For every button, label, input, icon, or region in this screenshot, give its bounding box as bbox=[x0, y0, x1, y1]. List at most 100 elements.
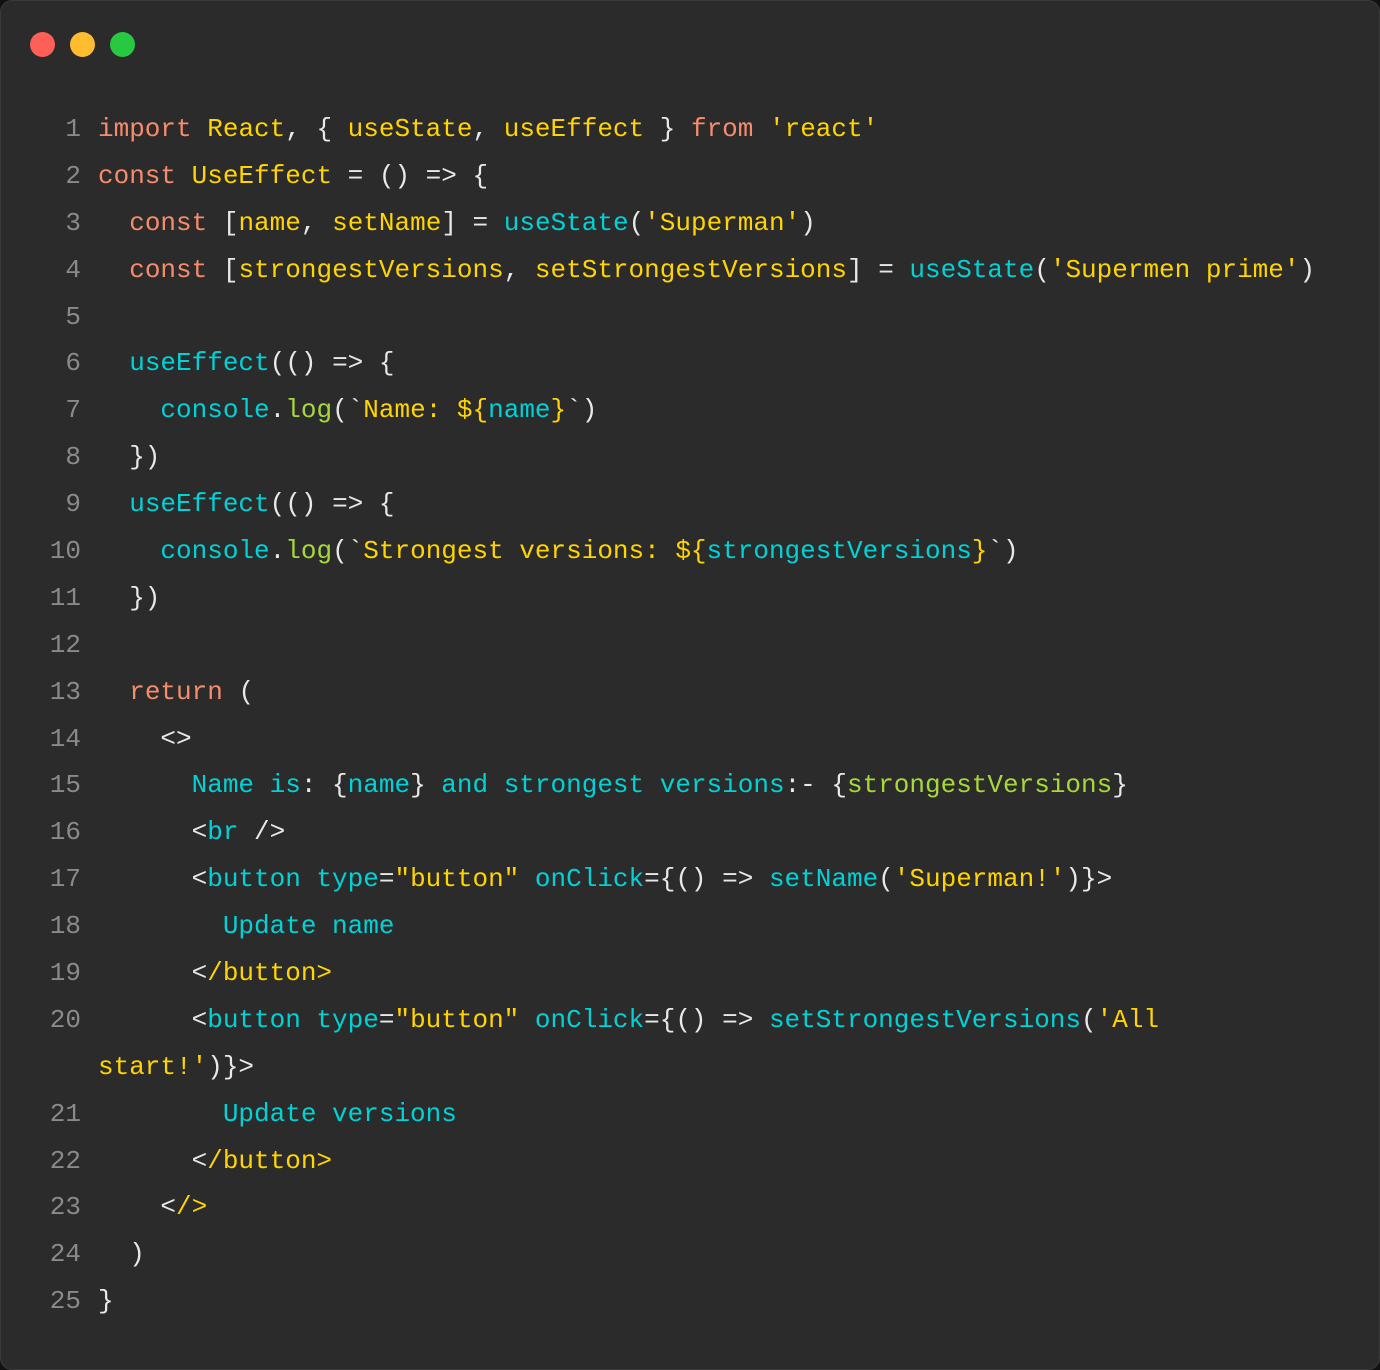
code-token: 'react' bbox=[769, 114, 879, 144]
code-token: ={() => bbox=[644, 1004, 769, 1035]
code-token: strongestVersions bbox=[706, 536, 972, 567]
line-code: </> bbox=[98, 1184, 207, 1231]
code-token: < bbox=[98, 1192, 177, 1223]
code-token: start!' bbox=[98, 1051, 208, 1082]
code-token: UseEffect bbox=[191, 160, 333, 191]
code-token: const bbox=[129, 254, 208, 285]
line-number: 4 bbox=[65, 254, 81, 285]
code-line: 14 <> bbox=[1, 716, 1315, 763]
code-token: = () => { bbox=[332, 160, 489, 191]
code-token: ={() => bbox=[644, 864, 769, 895]
code-token: < bbox=[98, 817, 208, 848]
maximize-button[interactable] bbox=[110, 32, 135, 57]
code-line: 6 useEffect(() => { bbox=[1, 340, 1315, 387]
code-token: onClick bbox=[534, 864, 645, 895]
close-button[interactable] bbox=[30, 32, 55, 57]
code-token: < bbox=[98, 958, 208, 989]
line-code: <button type="button" onClick={() => set… bbox=[98, 856, 1113, 903]
code-token: useEffect bbox=[129, 489, 270, 520]
line-number: 19 bbox=[49, 958, 81, 989]
line-number: 11 bbox=[49, 582, 81, 613]
code-token: ( bbox=[628, 207, 645, 238]
code-token: = bbox=[378, 1004, 395, 1035]
line-code: Update versions bbox=[98, 1091, 457, 1138]
code-token: useEffect bbox=[129, 348, 270, 379]
code-token: /button> bbox=[207, 958, 333, 989]
code-token: `) bbox=[987, 536, 1019, 567]
code-line: 9 useEffect(() => { bbox=[1, 481, 1315, 528]
line-code: const UseEffect = () => { bbox=[98, 153, 488, 200]
code-token: Update name bbox=[98, 911, 395, 942]
code-token: (` bbox=[332, 395, 364, 426]
code-window: 1 import React, { useState, useEffect } f… bbox=[0, 0, 1380, 1370]
code-token: useState bbox=[909, 254, 1035, 285]
code-token: useState bbox=[347, 114, 473, 144]
code-token: [ bbox=[207, 207, 239, 238]
code-token: "button" bbox=[394, 864, 520, 895]
code-token: )}> bbox=[1065, 864, 1113, 895]
code-token: br bbox=[207, 817, 239, 848]
line-number: 22 bbox=[49, 1145, 81, 1176]
code-line: 24 ) bbox=[1, 1231, 1315, 1278]
line-number: 6 bbox=[65, 348, 81, 379]
code-token: button type bbox=[207, 864, 379, 895]
code-line: 7 console.log(`Name: ${name}`) bbox=[1, 387, 1315, 434]
code-token: < bbox=[98, 864, 208, 895]
code-token: (() => { bbox=[269, 489, 395, 520]
code-editor: 1 import React, { useState, useEffect } f… bbox=[1, 106, 1315, 1325]
code-token: setStrongestVersions bbox=[768, 1004, 1082, 1035]
line-code: <br /> bbox=[98, 809, 286, 856]
code-token: [ bbox=[207, 254, 239, 285]
code-token: useState bbox=[503, 207, 629, 238]
code-line: 15 Name is: {name} and strongest version… bbox=[1, 762, 1315, 809]
line-number: 20 bbox=[49, 1004, 81, 1035]
code-token: Update versions bbox=[98, 1098, 457, 1129]
line-code: </button> bbox=[98, 1138, 332, 1185]
code-line: 3 const [name, setName] = useState('Supe… bbox=[1, 200, 1315, 247]
line-code: }) bbox=[98, 434, 160, 481]
code-token: Strongest versions: ${ bbox=[363, 536, 707, 567]
code-token: , { bbox=[285, 114, 348, 144]
code-line: 11 }) bbox=[1, 575, 1315, 622]
code-token: , bbox=[300, 207, 333, 238]
line-code: useEffect(() => { bbox=[98, 481, 394, 528]
line-number: 9 bbox=[65, 489, 81, 520]
line-number: 25 bbox=[49, 1286, 81, 1317]
line-code: <button type="button" onClick={() => set… bbox=[98, 997, 1159, 1044]
code-line: 8 }) bbox=[1, 434, 1315, 481]
code-token: const bbox=[129, 207, 208, 238]
code-token: }) bbox=[98, 442, 161, 473]
code-token: } bbox=[644, 114, 691, 144]
code-token: "button" bbox=[394, 1004, 520, 1035]
code-token: ] = bbox=[846, 254, 910, 285]
line-number: 15 bbox=[49, 770, 81, 801]
code-token: :- { bbox=[784, 770, 847, 801]
code-token: )}> bbox=[207, 1051, 255, 1082]
code-token: } bbox=[98, 1286, 114, 1317]
line-number: 8 bbox=[65, 442, 81, 473]
code-line: 12 bbox=[1, 622, 1315, 669]
code-token: 'All bbox=[1096, 1004, 1160, 1035]
code-line: 25} bbox=[1, 1278, 1315, 1325]
line-code: const [strongestVersions, setStrongestVe… bbox=[98, 247, 1315, 294]
code-line: 22 </button> bbox=[1, 1138, 1315, 1185]
code-token: /button> bbox=[207, 1145, 333, 1176]
minimize-button[interactable] bbox=[70, 32, 95, 57]
code-token: 'Superman' bbox=[644, 207, 801, 238]
code-line: 4 const [strongestVersions, setStrongest… bbox=[1, 247, 1315, 294]
code-line: 1 import React, { useState, useEffect } f… bbox=[1, 106, 1315, 153]
code-token: const bbox=[98, 160, 177, 191]
code-token: : { bbox=[300, 770, 348, 801]
code-token: name bbox=[238, 207, 301, 238]
code-token: console bbox=[160, 395, 270, 426]
line-code: return ( bbox=[98, 669, 254, 716]
line-number: 1 bbox=[65, 114, 81, 144]
line-number: 10 bbox=[49, 536, 81, 567]
code-token: useEffect bbox=[503, 114, 645, 144]
